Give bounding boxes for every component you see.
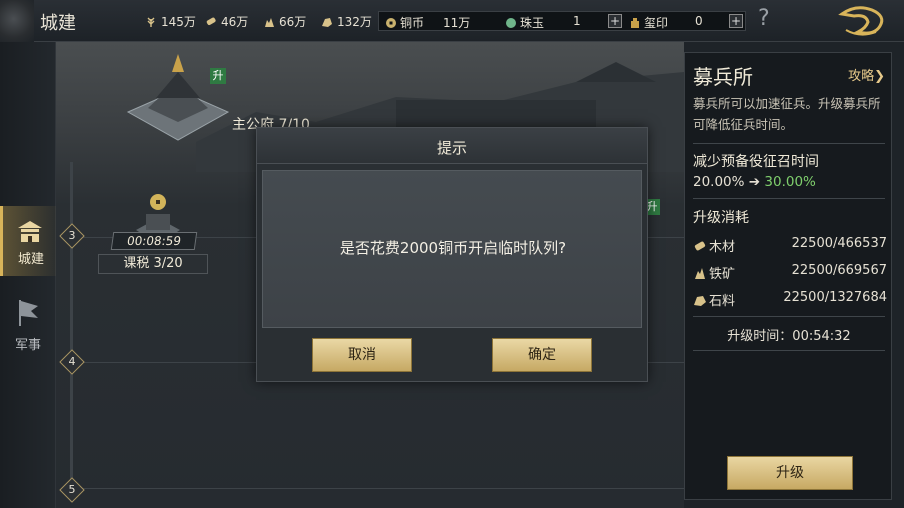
add-seal-button[interactable]: + — [729, 14, 743, 28]
cost-name: 铁矿 — [693, 263, 735, 282]
currency-bar: 铜币 11万 珠玉 1 + 玺印 0 + — [378, 11, 746, 31]
currency-copper-value: 11万 — [443, 16, 471, 30]
guide-link[interactable]: 攻略❯ — [848, 65, 885, 84]
guide-link-label: 攻略 — [848, 69, 875, 84]
copper-coin-icon — [386, 17, 396, 28]
currency-jade-value: 1 — [573, 14, 581, 28]
effect-from: 20.00% — [693, 174, 745, 190]
main-building[interactable]: 升 — [118, 50, 238, 144]
confirm-button[interactable]: 确定 — [492, 338, 592, 372]
cost-name: 石料 — [693, 290, 735, 309]
currency-jade-label: 珠玉 — [520, 16, 545, 30]
timeline — [70, 162, 73, 502]
cost-title: 升级消耗 — [693, 210, 749, 226]
resource-wood: 46万 — [205, 13, 248, 30]
resource-grain-value: 145万 — [161, 15, 196, 29]
stone-icon — [694, 295, 706, 306]
resource-stone: 132万 — [321, 13, 372, 30]
building-info-panel: 募兵所 攻略❯ 募兵所可以加速征兵。升级募兵所可降低征兵时间。 减少预备役征召时… — [684, 52, 892, 500]
ore-icon — [695, 267, 705, 279]
help-button[interactable]: ? — [758, 6, 770, 31]
arrow-right-icon: ➔ — [748, 174, 761, 190]
avatar[interactable] — [0, 0, 34, 42]
page-title: 城建 — [40, 13, 76, 34]
cost-name-label: 铁矿 — [709, 267, 736, 282]
cost-name-label: 石料 — [709, 294, 736, 309]
currency-seal: 玺印 — [629, 14, 668, 31]
palace-icon — [126, 54, 230, 141]
nav-item-military-label: 军事 — [14, 338, 41, 353]
currency-seal-value: 0 — [695, 14, 703, 28]
flag-icon — [19, 300, 38, 326]
ore-icon — [265, 17, 274, 27]
cost-value: 22500/669567 — [791, 263, 887, 278]
chevron-right-icon: ❯ — [874, 69, 885, 84]
resource-wood-value: 46万 — [221, 15, 249, 29]
tax-label[interactable]: 课税 3/20 — [98, 254, 208, 274]
row-divider — [70, 488, 684, 489]
resource-grain: 145万 — [145, 13, 196, 30]
wood-icon — [206, 17, 216, 25]
dialog-title: 提示 — [436, 139, 467, 157]
resource-ore: 66万 — [263, 13, 306, 30]
level-marker-3: 3 — [59, 223, 85, 249]
nav-item-city-label: 城建 — [17, 252, 44, 267]
panel-title: 募兵所 — [693, 65, 753, 89]
cost-name: 木材 — [693, 236, 735, 255]
panel-description: 募兵所可以加速征兵。升级募兵所可降低征兵时间。 — [693, 96, 881, 132]
top-bar: 城建 145万 46万 66万 132万 铜币 11万 珠玉 1 + 玺印 0 … — [0, 0, 904, 42]
dragon-logo-icon[interactable] — [836, 2, 890, 40]
add-jade-button[interactable]: + — [608, 14, 622, 28]
dialog-message: 是否花费2000铜币开启临时队列? — [339, 239, 567, 257]
left-nav: 城建 军事 — [0, 42, 56, 508]
nav-item-city[interactable]: 城建 — [0, 206, 56, 276]
seal-icon — [631, 17, 639, 28]
effect-to: 30.00% — [764, 174, 816, 190]
upgrade-badge: 升 — [210, 68, 226, 84]
level-marker-5: 5 — [59, 477, 85, 503]
effect-title: 减少预备役征召时间 — [693, 154, 819, 170]
level-label: 5 — [68, 483, 76, 496]
wood-icon — [694, 241, 706, 250]
cost-value: 22500/1327684 — [783, 290, 887, 305]
city-icon — [18, 221, 42, 242]
divider — [693, 198, 885, 199]
tax-timer: 00:08:59 — [110, 232, 198, 250]
jade-icon — [506, 17, 516, 28]
resource-stone-value: 132万 — [337, 15, 372, 29]
divider — [693, 316, 885, 317]
resource-ore-value: 66万 — [279, 15, 307, 29]
upgrade-button[interactable]: 升级 — [727, 456, 853, 490]
dialog-title-bar: 提示 — [257, 128, 647, 164]
dialog-body: 是否花费2000铜币开启临时队列? — [262, 170, 642, 328]
effect-values: 20.00% ➔ 30.00% — [693, 174, 816, 190]
upgrade-time: 升级时间：00:54:32 — [727, 329, 851, 344]
currency-copper: 铜币 — [385, 14, 424, 31]
level-label: 3 — [68, 229, 76, 242]
divider — [693, 143, 885, 144]
cancel-button[interactable]: 取消 — [312, 338, 412, 372]
confirm-dialog: 提示 是否花费2000铜币开启临时队列? 取消 确定 — [256, 127, 648, 382]
currency-jade: 珠玉 — [505, 14, 544, 31]
level-marker-4: 4 — [59, 349, 85, 375]
divider — [693, 350, 885, 351]
currency-copper-label: 铜币 — [400, 16, 425, 30]
currency-seal-label: 玺印 — [644, 16, 669, 30]
stone-icon — [322, 17, 332, 27]
cost-name-label: 木材 — [709, 240, 736, 255]
wheat-icon — [147, 17, 155, 27]
nav-item-military[interactable]: 军事 — [0, 292, 56, 362]
cost-value: 22500/466537 — [791, 236, 887, 251]
level-label: 4 — [68, 355, 76, 368]
